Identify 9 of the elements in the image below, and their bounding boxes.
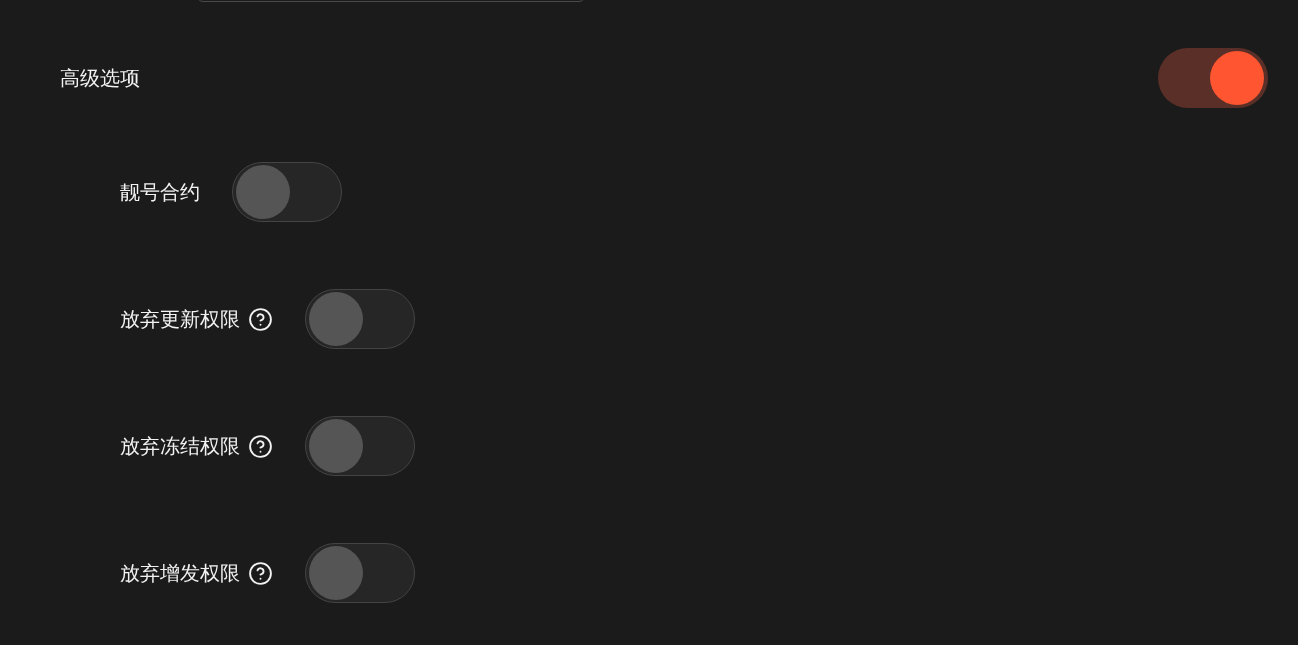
option-label: 放弃增发权限 bbox=[120, 559, 240, 587]
help-icon[interactable] bbox=[248, 433, 273, 459]
section-title: 高级选项 bbox=[60, 64, 140, 92]
toggle-switch[interactable] bbox=[1158, 48, 1268, 108]
option-label: 靓号合约 bbox=[120, 178, 200, 206]
option-label: 放弃冻结权限 bbox=[120, 432, 240, 460]
help-icon[interactable] bbox=[248, 306, 273, 332]
option-label: 放弃更新权限 bbox=[120, 305, 240, 333]
help-icon[interactable] bbox=[248, 560, 273, 586]
